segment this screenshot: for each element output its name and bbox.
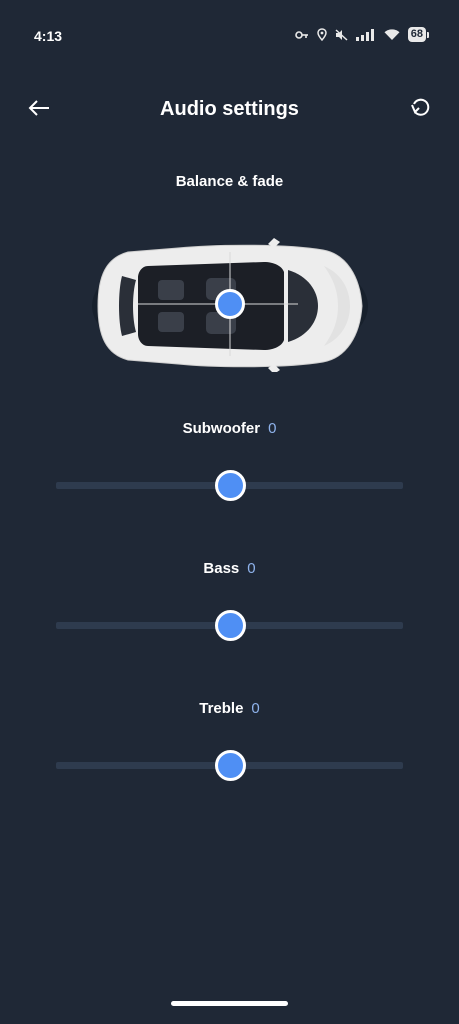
treble-label-row: Treble 0 bbox=[0, 700, 459, 717]
subwoofer-label-row: Subwoofer 0 bbox=[0, 420, 459, 437]
subwoofer-label: Subwoofer bbox=[182, 420, 261, 437]
balance-fade-control[interactable] bbox=[88, 236, 372, 372]
header: Audio settings bbox=[0, 88, 459, 132]
bass-label-row: Bass 0 bbox=[0, 560, 459, 577]
car-top-view bbox=[92, 238, 368, 372]
balance-fade-handle[interactable] bbox=[215, 289, 245, 319]
reset-button[interactable] bbox=[405, 96, 435, 124]
battery-level: 68 bbox=[407, 27, 426, 42]
bass-value: 0 bbox=[247, 560, 256, 577]
wifi-icon bbox=[384, 28, 400, 41]
battery-icon: 68 bbox=[407, 27, 429, 42]
page-title: Audio settings bbox=[160, 98, 299, 120]
slider-thumb[interactable] bbox=[214, 750, 246, 781]
mute-icon bbox=[335, 28, 348, 41]
status-bar: 4:13 68 bbox=[0, 0, 459, 72]
subwoofer-slider[interactable] bbox=[56, 467, 403, 503]
slider-thumb[interactable] bbox=[214, 610, 246, 641]
reset-icon bbox=[409, 97, 431, 124]
treble-slider[interactable] bbox=[56, 747, 403, 783]
location-icon bbox=[316, 28, 327, 41]
status-time: 4:13 bbox=[34, 28, 63, 44]
slider-thumb[interactable] bbox=[214, 470, 246, 501]
treble-value: 0 bbox=[251, 700, 260, 717]
signal-icon bbox=[355, 28, 376, 41]
subwoofer-value: 0 bbox=[268, 420, 277, 437]
balance-fade-label: Balance & fade bbox=[175, 173, 284, 190]
status-icons: 68 bbox=[294, 27, 429, 42]
home-indicator[interactable] bbox=[171, 1001, 288, 1006]
bass-label: Bass bbox=[203, 560, 240, 577]
key-icon bbox=[294, 30, 309, 40]
treble-label: Treble bbox=[199, 700, 244, 717]
bass-slider[interactable] bbox=[56, 607, 403, 643]
